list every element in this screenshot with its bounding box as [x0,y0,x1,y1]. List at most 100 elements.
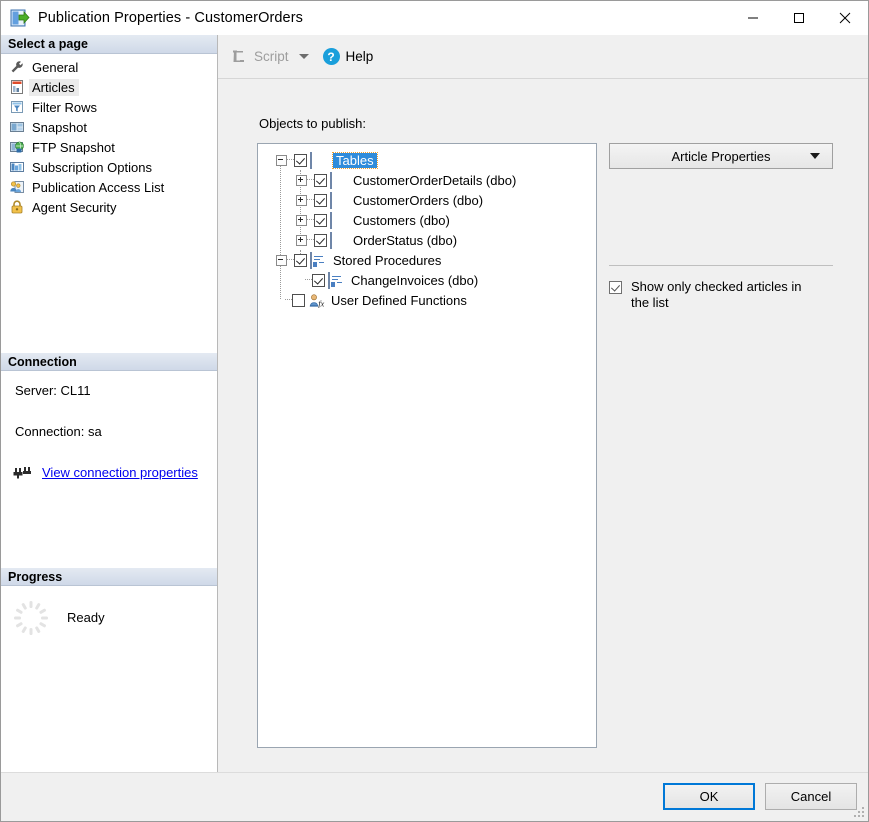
tree-row[interactable]: CustomerOrderDetails (dbo) [258,170,596,190]
progress-spinner-icon [11,598,51,638]
page-list: General Articles Filter Rows Snapshot FT… [1,54,217,217]
sidebar-item-publication-access-list[interactable]: Publication Access List [1,177,217,197]
progress-section: Ready [1,586,217,773]
content-area: Script ? Help Objects to publish: Tables… [218,35,868,772]
tree-item-label: User Defined Functions [331,292,467,308]
tree-dash [307,239,314,241]
sidebar-item-subscription-options[interactable]: Subscription Options [1,157,217,177]
help-button[interactable]: ? Help [322,48,373,65]
show-only-checked-checkbox[interactable] [609,281,622,294]
tree-row[interactable]: Stored Procedures [258,250,596,270]
table-icon [330,171,346,189]
tree-checkbox[interactable] [314,193,327,207]
expander-placeholder [276,296,285,305]
close-button[interactable] [822,1,868,35]
tree-dash [307,199,314,201]
dialog-footer: OK Cancel [1,772,868,821]
tree-checkbox[interactable] [292,293,305,307]
tree-item-label: OrderStatus (dbo) [353,232,458,248]
select-page-header: Select a page [1,35,217,54]
sidebar-item-agent-security[interactable]: Agent Security [1,197,217,217]
progress-header: Progress [1,566,217,586]
sidebar-item-filter-rows[interactable]: Filter Rows [1,97,217,117]
tree-checkbox[interactable] [314,233,327,247]
filter-rows-icon [9,99,25,115]
publication-properties-window: Publication Properties - CustomerOrders … [0,0,869,822]
ftp-snapshot-icon [9,139,25,155]
toolbar: Script ? Help [218,35,868,79]
expander-collapse-icon[interactable] [276,254,287,266]
maximize-button[interactable] [776,1,822,35]
tree-checkbox[interactable] [312,273,325,287]
tree-dash [287,259,294,261]
publication-access-list-icon [9,179,25,195]
article-properties-button[interactable]: Article Properties [609,143,833,169]
table-icon [330,191,346,209]
minimize-button[interactable] [730,1,776,35]
tree-checkbox[interactable] [294,253,307,267]
expander-collapse-icon[interactable] [276,154,287,166]
svg-text:fx: fx [318,298,324,308]
cancel-button[interactable]: Cancel [765,783,857,810]
sidebar-item-label: Snapshot [32,119,87,135]
ok-button[interactable]: OK [663,783,755,810]
sidebar-item-ftp-snapshot[interactable]: FTP Snapshot [1,137,217,157]
article-options-column: Article Properties Show only checked art… [609,143,836,311]
objects-tree[interactable]: Tables CustomerOrderDetails (dbo) Custom… [257,143,597,748]
tree-checkbox[interactable] [314,173,327,187]
connection-plug-icon [13,465,33,481]
expander-expand-icon[interactable] [296,214,307,226]
sidebar-item-label: Subscription Options [32,159,152,175]
tree-inner: Tables CustomerOrderDetails (dbo) Custom… [258,144,596,310]
sidebar-spacer [1,217,217,352]
expander-placeholder [296,276,305,285]
script-dropdown-caret-icon[interactable] [298,54,309,59]
view-connection-properties-row[interactable]: View connection properties [1,465,217,481]
show-only-checked-label: Show only checked articles in the list [631,279,802,310]
connection-header: Connection [1,351,217,371]
tree-item-label: Stored Procedures [333,252,442,268]
view-connection-properties-link[interactable]: View connection properties [42,465,198,480]
tree-checkbox[interactable] [294,153,307,167]
sidebar-item-snapshot[interactable]: Snapshot [1,117,217,137]
tree-item-label: ChangeInvoices (dbo) [351,272,479,288]
sidebar-item-general[interactable]: General [1,57,217,77]
user-defined-function-icon: fx [308,293,325,308]
sidebar-item-label: Publication Access List [32,179,165,195]
progress-row: Ready [1,598,217,638]
sidebar-item-label: General [32,59,79,75]
expander-expand-icon[interactable] [296,174,307,186]
window-controls [730,1,868,35]
sidebar-item-label: Filter Rows [32,99,98,115]
tree-item-label: CustomerOrderDetails (dbo) [353,172,517,188]
window-title: Publication Properties - CustomerOrders [38,10,303,26]
tree-row[interactable]: ChangeInvoices (dbo) [258,270,596,290]
chevron-down-icon [810,153,820,159]
agent-security-icon [9,199,25,215]
tree-row[interactable]: Customers (dbo) [258,210,596,230]
tree-checkbox[interactable] [314,213,327,227]
snapshot-icon [9,119,25,135]
sidebar-item-articles[interactable]: Articles [1,77,217,97]
tree-row[interactable]: Tables [258,150,596,170]
script-button[interactable]: Script [230,48,289,66]
resize-grip[interactable] [854,807,865,818]
sidebar: Select a page General Articles Filter Ro… [1,35,218,772]
connection-server: Server: CL11 [15,382,91,398]
articles-icon [9,79,25,95]
articles-panel: Objects to publish: Tables CustomerOrder… [218,79,868,772]
article-properties-label: Article Properties [671,148,771,164]
divider [609,265,833,266]
show-only-checked-row[interactable]: Show only checked articles in the list [609,279,836,311]
cancel-label: Cancel [790,789,832,804]
expander-expand-icon[interactable] [296,234,307,246]
table-icon [330,211,346,229]
tree-row[interactable]: fx User Defined Functions [258,290,596,310]
tree-item-label: Customers (dbo) [353,212,450,228]
expander-expand-icon[interactable] [296,194,307,206]
wrench-icon [9,59,25,75]
tree-row[interactable]: CustomerOrders (dbo) [258,190,596,210]
tree-item-label: Tables [332,151,378,169]
objects-to-publish-label: Objects to publish: [259,116,366,131]
tree-row[interactable]: OrderStatus (dbo) [258,230,596,250]
